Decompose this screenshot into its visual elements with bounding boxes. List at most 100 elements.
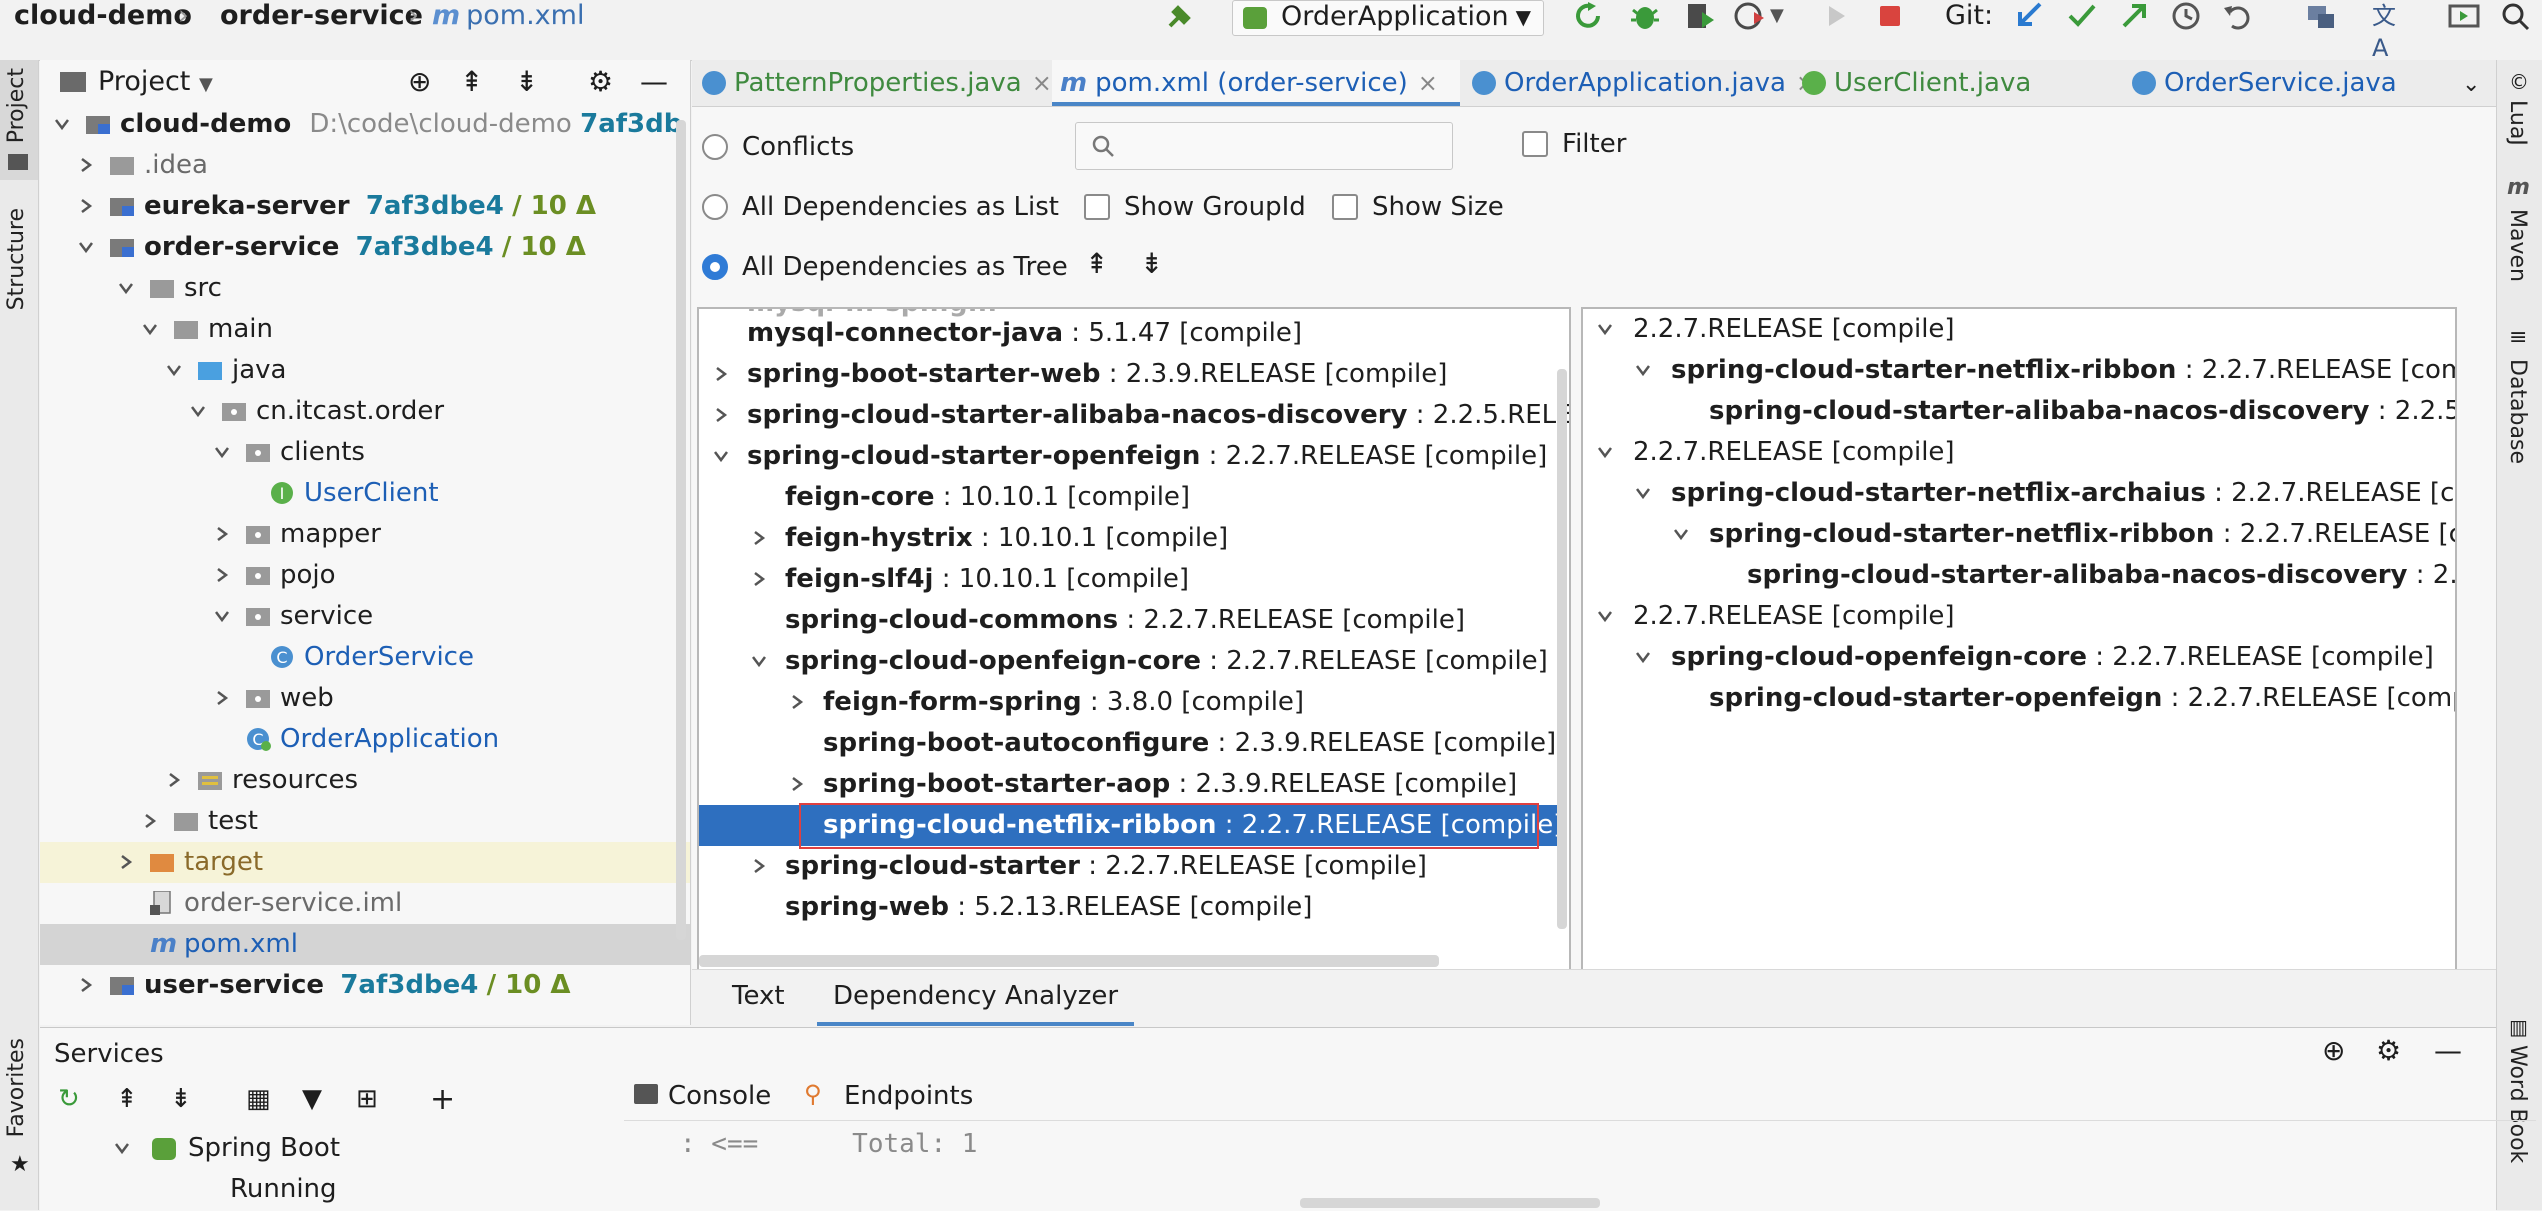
translate-icon[interactable]: 文A	[2372, 0, 2412, 62]
tab-pom-xml[interactable]: m pom.xml (order-service) ×	[1052, 60, 1460, 106]
tree-node-java[interactable]: java	[40, 350, 690, 391]
chevron-right-icon[interactable]	[212, 514, 232, 555]
chevron-down-icon[interactable]	[212, 596, 232, 637]
tab-orderservice-java[interactable]: OrderService.java	[2132, 60, 2422, 106]
tree-node-pom-xml[interactable]: m pom.xml	[40, 924, 690, 965]
usage-row-openfeign-core[interactable]: spring-cloud-openfeign-core : 2.2.7.RELE…	[1583, 637, 2455, 678]
breadcrumb-file[interactable]: m pom.xml	[432, 0, 584, 32]
tab-dependency-analyzer[interactable]: Dependency Analyzer	[817, 970, 1135, 1026]
locate-target-icon[interactable]: ⊕	[408, 60, 431, 104]
gear-icon[interactable]: ⚙	[2376, 1034, 2401, 1067]
usage-row-version[interactable]: 2.2.7.RELEASE [compile]	[1583, 596, 2455, 637]
chevron-down-icon[interactable]	[140, 309, 160, 350]
tree-node-orderservice[interactable]: C OrderService	[40, 637, 690, 678]
dep-row-spring-cloud-starter[interactable]: spring-cloud-starter : 2.2.7.RELEASE [co…	[699, 846, 1569, 887]
tree-node-orderapplication[interactable]: C OrderApplication	[40, 719, 690, 760]
tree-node-order-service[interactable]: order-service 7af3dbe4 / 10 Δ	[40, 227, 690, 268]
collapse-all-icon[interactable]: ⇟	[1140, 247, 1163, 280]
chevron-right-icon[interactable]	[787, 764, 807, 805]
tree-node-user-service[interactable]: user-service 7af3dbe4 / 10 Δ	[40, 965, 690, 1006]
chevron-right-icon[interactable]	[140, 801, 160, 842]
minimize-icon[interactable]: —	[640, 60, 668, 104]
tab-orderapplication-java[interactable]: OrderApplication.java×	[1472, 60, 1816, 106]
chevron-down-icon[interactable]	[188, 391, 208, 432]
chevron-down-icon[interactable]	[116, 268, 136, 309]
all-deps-list-radio[interactable]	[702, 194, 728, 220]
dep-row-feign-hystrix[interactable]: feign-hystrix : 10.10.1 [compile]	[699, 518, 1569, 559]
chevron-right-icon[interactable]	[749, 846, 769, 887]
chevron-right-icon[interactable]	[212, 678, 232, 719]
git-push-icon[interactable]	[2114, 0, 2154, 32]
tree-node-web[interactable]: web	[40, 678, 690, 719]
tree-node-order-service-iml[interactable]: order-service.iml	[40, 883, 690, 924]
chevron-down-icon[interactable]	[749, 641, 769, 682]
tree-node-idea[interactable]: .idea	[40, 145, 690, 186]
coverage-icon[interactable]	[1680, 0, 1720, 32]
build-hammer-icon[interactable]	[1160, 0, 1200, 32]
close-icon[interactable]: ×	[1418, 69, 1438, 97]
chevron-right-icon[interactable]	[787, 682, 807, 723]
rollback-icon[interactable]	[2218, 0, 2258, 32]
database-tool-window-button[interactable]: ≡ Database	[2497, 325, 2542, 475]
rerun-icon[interactable]	[1570, 0, 1610, 32]
breadcrumb-project[interactable]: cloud-demo	[14, 0, 192, 32]
project-tool-window-button[interactable]: Project	[0, 60, 38, 180]
chevron-down-icon[interactable]	[1633, 637, 1653, 678]
luaj-tool-window-button[interactable]: © LuaJ	[2497, 70, 2542, 160]
tree-node-package-cn-itcast-order[interactable]: cn.itcast.order	[40, 391, 690, 432]
chevron-down-icon[interactable]	[1633, 473, 1653, 514]
dep-row-spring-cloud-commons[interactable]: spring-cloud-commons : 2.2.7.RELEASE [co…	[699, 600, 1569, 641]
show-size-checkbox[interactable]	[1332, 194, 1358, 220]
conflicts-radio[interactable]	[702, 134, 728, 160]
tab-patternproperties-java[interactable]: PatternProperties.java ×	[702, 60, 1052, 106]
presentation-icon[interactable]	[2444, 0, 2484, 32]
chevron-down-icon[interactable]	[52, 104, 72, 145]
add-icon[interactable]: +	[430, 1082, 455, 1117]
run-configuration-select[interactable]: OrderApplication ▼	[1232, 0, 1544, 36]
usage-row-netflix-ribbon[interactable]: spring-cloud-starter-netflix-ribbon : 2.…	[1583, 350, 2455, 391]
chevron-right-icon[interactable]	[164, 760, 184, 801]
usage-row-nacos-discovery[interactable]: spring-cloud-starter-alibaba-nacos-disco…	[1583, 391, 2455, 432]
filter-icon[interactable]: ▼	[302, 1084, 322, 1114]
tab-userclient-java[interactable]: UserClient.java	[1802, 60, 2031, 106]
all-deps-tree-radio[interactable]	[702, 254, 728, 280]
tree-node-src[interactable]: src	[40, 268, 690, 309]
collapse-all-icon[interactable]: ⇟	[170, 1084, 192, 1114]
tree-node-pojo[interactable]: pojo	[40, 555, 690, 596]
chevron-down-icon[interactable]	[76, 227, 96, 268]
tabs-overflow-chevron-down-icon[interactable]: ⌄	[2462, 60, 2492, 106]
tree-node-target[interactable]: target	[40, 842, 690, 883]
close-icon[interactable]: ×	[1032, 69, 1052, 97]
favorites-tool-window-button[interactable]: Favorites ★	[0, 1030, 38, 1190]
dep-row-mysql-connector-java[interactable]: mysql-connector-java : 5.1.47 [compile]	[699, 313, 1569, 354]
history-clock-icon[interactable]	[2166, 0, 2206, 32]
group-by-icon[interactable]: ▦	[246, 1084, 271, 1114]
dependency-tree-vertical-scrollbar[interactable]	[1557, 369, 1567, 929]
expand-all-icon[interactable]: ⇞	[116, 1084, 138, 1114]
dep-row-spring-cloud-netflix-ribbon[interactable]: spring-cloud-netflix-ribbon : 2.2.7.RELE…	[699, 805, 1563, 846]
dep-row-openfeign-core[interactable]: spring-cloud-openfeign-core : 2.2.7.RELE…	[699, 641, 1569, 682]
chevron-right-icon[interactable]	[212, 555, 232, 596]
dep-row-spring-boot-starter-aop[interactable]: spring-boot-starter-aop : 2.3.9.RELEASE …	[699, 764, 1569, 805]
dependency-tree-horizontal-scrollbar[interactable]	[699, 955, 1439, 967]
tree-node-test[interactable]: test	[40, 801, 690, 842]
dep-row-feign-slf4j[interactable]: feign-slf4j : 10.10.1 [compile]	[699, 559, 1569, 600]
usage-row-version[interactable]: 2.2.7.RELEASE [compile]	[1583, 432, 2455, 473]
chevron-down-icon[interactable]	[711, 436, 731, 477]
tab-text[interactable]: Text	[732, 970, 785, 1022]
tab-console[interactable]: Console	[624, 1074, 771, 1118]
structure-tool-window-button[interactable]: Structure	[0, 200, 38, 420]
chevron-down-icon[interactable]: ▼	[1770, 0, 1796, 32]
chevron-down-icon[interactable]	[1595, 309, 1615, 350]
chevron-down-icon[interactable]	[212, 432, 232, 473]
chevron-down-icon[interactable]	[1595, 432, 1615, 473]
dep-row-feign-core[interactable]: feign-core : 10.10.1 [compile]	[699, 477, 1569, 518]
refresh-icon[interactable]: ↻	[58, 1084, 80, 1114]
dep-row-spring-boot-starter-web[interactable]: spring-boot-starter-web : 2.3.9.RELEASE …	[699, 354, 1569, 395]
tree-node-main[interactable]: main	[40, 309, 690, 350]
chevron-right-icon[interactable]	[711, 395, 731, 436]
chevron-right-icon[interactable]	[76, 186, 96, 227]
project-tree-scrollbar[interactable]	[676, 120, 686, 940]
tree-node-service[interactable]: service	[40, 596, 690, 637]
chevron-down-icon[interactable]	[164, 350, 184, 391]
